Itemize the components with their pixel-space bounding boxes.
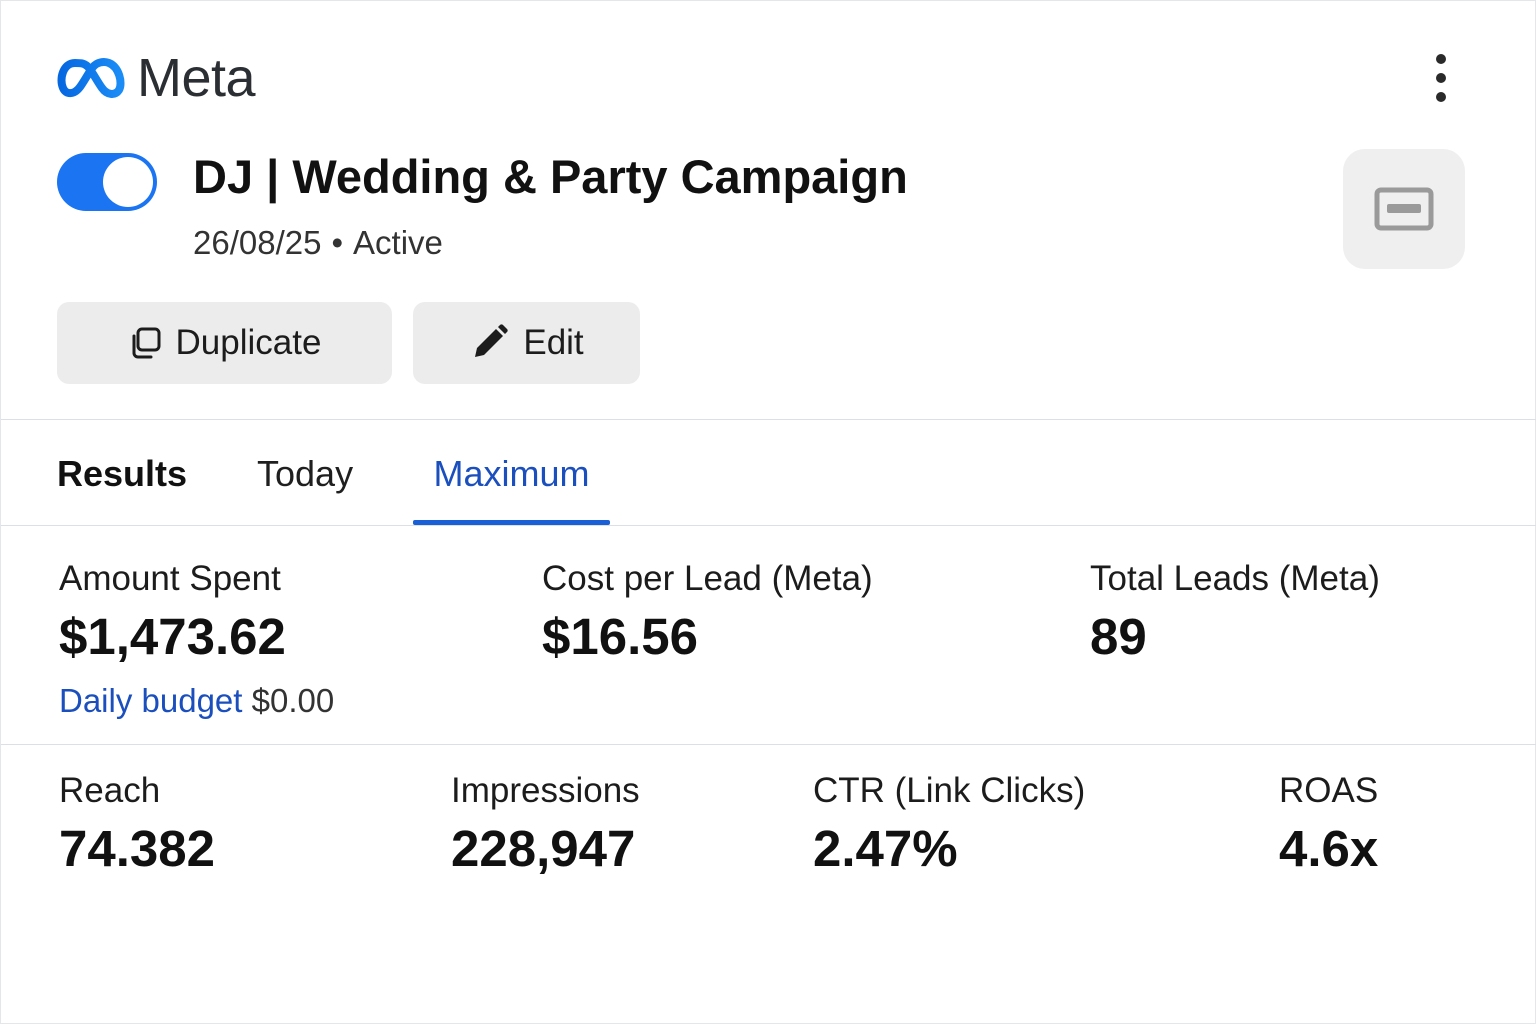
more-options-icon[interactable] [1419,49,1463,107]
tab-maximum[interactable]: Maximum [413,447,610,525]
ad-preview-icon [1374,187,1434,231]
campaign-date: 26/08/25 [193,224,322,261]
metric-value-amount-spent: $1,473.62 [59,608,286,665]
separator-dot: • [331,224,344,261]
metric-value-reach: 74.382 [59,820,215,877]
meta-wordmark: Meta [137,48,256,108]
dot [1436,54,1446,64]
duplicate-label: Duplicate [175,323,322,362]
tab-today[interactable]: Today [257,447,353,525]
metric-label-total-leads: Total Leads (Meta) [1090,559,1380,598]
campaign-status: Active [353,224,443,261]
metric-value-cost-per-lead: $16.56 [542,608,698,665]
divider [1,744,1536,745]
metric-value-impressions: 228,947 [451,820,636,877]
divider [1,419,1536,420]
campaign-active-toggle[interactable] [57,153,157,211]
daily-budget: Daily budget $0.00 [59,681,334,721]
toggle-knob [103,157,153,207]
edit-button[interactable]: Edit [413,302,640,384]
dot [1436,92,1446,102]
metric-label-cost-per-lead: Cost per Lead (Meta) [542,559,873,598]
tab-results[interactable]: Results [57,447,187,525]
campaign-title: DJ | Wedding & Party Campaign [193,150,908,203]
daily-budget-link[interactable]: Daily budget [59,682,242,719]
metric-value-ctr: 2.47% [813,820,958,877]
metric-label-amount-spent: Amount Spent [59,559,281,598]
copy-icon [132,327,161,359]
ad-preview-button[interactable] [1343,149,1465,269]
edit-label: Edit [523,323,584,362]
metric-value-roas: 4.6x [1279,820,1379,877]
metric-label-ctr: CTR (Link Clicks) [813,771,1086,810]
campaign-card: Meta DJ | Wedding & Party Campaign 26/08… [0,0,1536,1024]
metric-label-impressions: Impressions [451,771,640,810]
metric-value-total-leads: 89 [1090,608,1147,665]
meta-logo: Meta [57,48,256,108]
divider [1,525,1536,526]
pencil-icon [475,324,509,357]
metric-label-roas: ROAS [1279,771,1379,810]
dot [1436,73,1446,83]
meta-infinity-icon [57,58,125,98]
campaign-subtitle: 26/08/25 • Active [193,223,443,263]
daily-budget-value: $0.00 [251,682,335,719]
metric-label-reach: Reach [59,771,161,810]
duplicate-button[interactable]: Duplicate [57,302,392,384]
